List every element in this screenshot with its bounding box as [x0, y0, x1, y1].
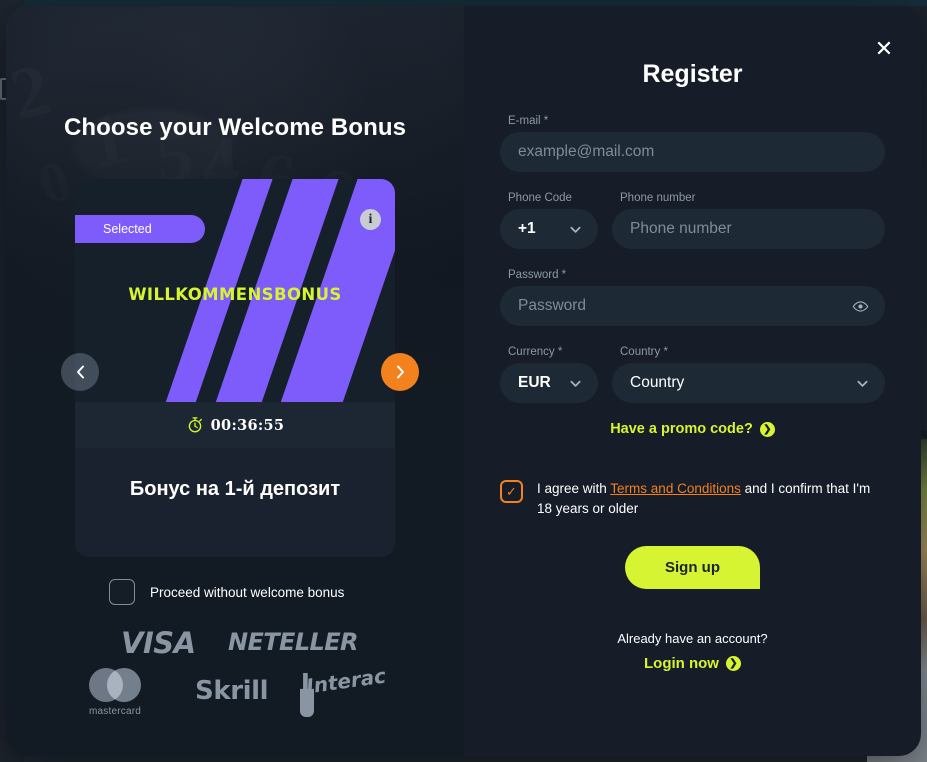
login-now-link[interactable]: Login now ❯ [500, 655, 885, 672]
email-field[interactable]: example@mail.com [500, 132, 885, 172]
password-placeholder: Password [518, 297, 587, 314]
welcome-bonus-heading: Choose your Welcome Bonus [63, 114, 407, 141]
interac-wordmark: Interac [304, 663, 388, 699]
proceed-without-bonus-checkbox[interactable] [109, 579, 135, 605]
promo-code-link[interactable]: Have a promo code? ❯ [500, 421, 885, 437]
terms-text: I agree with Terms and Conditions and I … [537, 479, 885, 518]
checkmark-icon: ✓ [506, 484, 517, 499]
password-field[interactable]: Password [500, 286, 885, 326]
country-select[interactable]: Country [612, 363, 885, 403]
info-icon[interactable]: i [360, 209, 381, 230]
phone-code-value: +1 [518, 220, 536, 237]
carousel-prev-button[interactable] [61, 353, 99, 391]
already-have-account-text: Already have an account? [617, 631, 768, 647]
bonus-wordmark: WILLKOMMENSBONUS [128, 285, 342, 304]
register-form-panel: ✕ Register E-mail * example@mail.com Pho… [464, 6, 921, 756]
login-now-label: Login now [644, 655, 719, 673]
country-value: Country [630, 374, 685, 391]
chevron-down-icon [570, 226, 581, 233]
terms-agreement-row[interactable]: ✓ I agree with Terms and Conditions and … [500, 479, 885, 518]
chevron-left-icon [76, 365, 84, 379]
phone-code-label: Phone Code [508, 192, 572, 204]
bonus-card[interactable]: Selected i WILLKOMMENSBONUS 00:36:55 Бон… [75, 179, 395, 557]
currency-label: Currency * [508, 346, 563, 358]
email-label: E-mail * [508, 115, 549, 127]
register-modal: 2 1 5 4 6 8 0 Choose your Welcome Bonus … [6, 6, 921, 756]
currency-select[interactable]: EUR [500, 363, 598, 403]
neteller-logo: NETELLER [228, 628, 359, 656]
mastercard-circle-right [107, 668, 141, 702]
bonus-timer-text: 00:36:55 [210, 416, 285, 434]
payment-methods: VISA NETELLER mastercard Skrill Interac [6, 614, 464, 724]
terms-and-conditions-link[interactable]: Terms and Conditions [610, 481, 741, 496]
chevron-right-icon [396, 365, 404, 379]
carousel-next-button[interactable] [381, 353, 419, 391]
chevron-down-icon [857, 380, 868, 387]
bonus-selected-badge: Selected [75, 215, 205, 243]
terms-checkbox[interactable]: ✓ [500, 480, 523, 503]
login-arrow-icon: ❯ [725, 656, 741, 672]
eye-icon[interactable] [852, 298, 869, 315]
sign-up-button[interactable]: Sign up [625, 546, 760, 590]
phone-code-select[interactable]: +1 [500, 209, 598, 249]
stopwatch-icon [188, 417, 202, 433]
promo-arrow-icon: ❯ [759, 421, 775, 437]
close-icon[interactable]: ✕ [871, 36, 897, 62]
register-title: Register [642, 60, 743, 88]
welcome-bonus-panel: 2 1 5 4 6 8 0 Choose your Welcome Bonus … [6, 6, 464, 756]
phone-number-field[interactable]: Phone number [612, 209, 885, 249]
proceed-without-bonus-label: Proceed without welcome bonus [150, 584, 345, 600]
mastercard-wordmark: mastercard [88, 706, 141, 717]
interac-logo: Interac [300, 664, 387, 717]
bonus-card-title: Бонус на 1-й депозит [129, 478, 341, 500]
bonus-timer: 00:36:55 [75, 402, 395, 448]
phone-number-label: Phone number [620, 192, 696, 204]
mastercard-logo: mastercard [82, 668, 148, 717]
bonus-card-artwork: Selected i WILLKOMMENSBONUS [75, 179, 395, 402]
currency-value: EUR [518, 374, 551, 391]
country-label: Country * [620, 346, 668, 358]
email-placeholder: example@mail.com [518, 143, 655, 160]
skrill-logo: Skrill [195, 676, 269, 706]
phone-number-placeholder: Phone number [630, 220, 732, 237]
chevron-down-icon [570, 380, 581, 387]
promo-code-label: Have a promo code? [610, 421, 753, 437]
visa-logo: VISA [121, 626, 196, 660]
proceed-without-bonus-row[interactable]: Proceed without welcome bonus [109, 579, 344, 605]
terms-text-before: I agree with [537, 481, 611, 496]
password-label: Password * [508, 269, 567, 281]
